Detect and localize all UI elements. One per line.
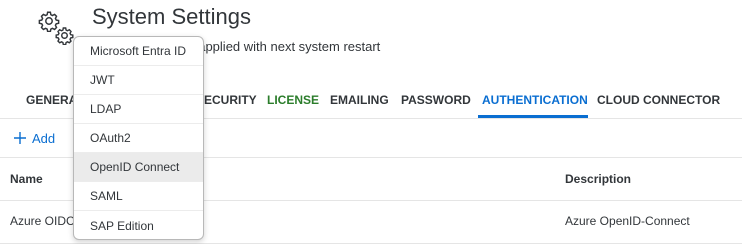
row-description: Azure OpenID-Connect <box>565 214 690 228</box>
add-button-label: Add <box>32 130 56 146</box>
add-button[interactable]: Add <box>12 128 55 148</box>
row-name: Azure OIDC <box>10 214 75 228</box>
menu-item-microsoft-entra-id[interactable]: Microsoft Entra ID <box>74 37 203 66</box>
tab-password[interactable]: PASSWORD <box>401 93 471 107</box>
page-title: System Settings <box>92 4 251 29</box>
tab-authentication[interactable]: AUTHENTICATION <box>482 93 588 107</box>
tab-security[interactable]: ECURITY <box>204 93 257 107</box>
tab-license[interactable]: LICENSE <box>267 93 319 107</box>
menu-item-oauth2[interactable]: OAuth2 <box>74 124 203 153</box>
gear-icon <box>55 27 74 45</box>
plus-icon <box>14 132 26 144</box>
column-header-name[interactable]: Name <box>10 172 43 186</box>
add-provider-menu: Microsoft Entra ID JWT LDAP OAuth2 OpenI… <box>73 36 204 240</box>
menu-item-jwt[interactable]: JWT <box>74 66 203 95</box>
tab-cloud-connector[interactable]: CLOUD CONNECTOR <box>597 93 720 107</box>
menu-item-ldap[interactable]: LDAP <box>74 95 203 124</box>
column-header-description[interactable]: Description <box>565 172 631 186</box>
tab-general[interactable]: GENERA <box>26 93 77 107</box>
menu-item-openid-connect[interactable]: OpenID Connect <box>74 153 203 182</box>
settings-gears-icon <box>38 10 78 50</box>
tab-emailing[interactable]: EMAILING <box>330 93 389 107</box>
menu-item-saml[interactable]: SAML <box>74 182 203 211</box>
active-tab-indicator <box>478 115 588 118</box>
menu-item-sap-edition[interactable]: SAP Edition <box>74 211 203 239</box>
